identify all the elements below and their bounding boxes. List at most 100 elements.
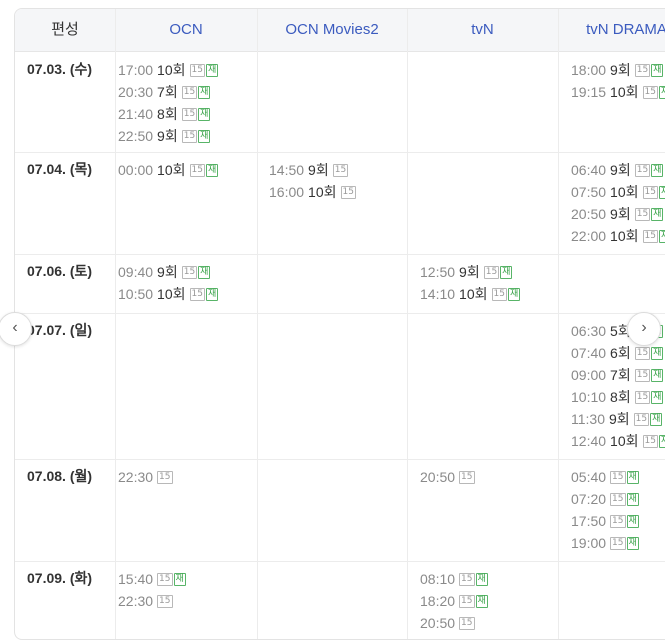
broadcast-entry[interactable]: 11:30 9회 15 재 <box>571 408 665 430</box>
broadcast-entry[interactable]: 08:10 15 재 <box>420 568 488 590</box>
next-arrow-button[interactable]: › <box>627 312 661 346</box>
schedule-cell-tvn-drama: 05:40 15 재 07:20 15 재 17:50 15 재 19:00 15 재 <box>571 466 639 554</box>
episode-number: 9회 <box>157 128 178 144</box>
broadcast-time: 06:30 <box>571 323 607 339</box>
broadcast-entry[interactable]: 17:50 15 재 <box>571 510 639 532</box>
schedule-cell-ocn: 22:30 15 <box>118 466 174 488</box>
rerun-badge: 재 <box>651 368 664 382</box>
broadcast-time: 19:00 <box>571 535 607 551</box>
age-rating-badge: 15 <box>459 594 475 608</box>
age-rating-badge: 15 <box>483 265 500 279</box>
header-channel-tvn-drama[interactable]: tvN DRAMA <box>558 9 665 51</box>
broadcast-entry[interactable]: 19:1510회15재 <box>571 81 665 103</box>
episode-number: 9회 <box>459 264 480 280</box>
broadcast-time: 20:50 <box>571 206 607 222</box>
header-channel-tvn[interactable]: tvN <box>407 9 558 51</box>
schedule-cell-tvn: 08:10 15 재 18:20 15 재 20:50 15 <box>420 568 488 634</box>
broadcast-entry[interactable]: 07:40 6회 15 재 <box>571 342 665 364</box>
age-rating-badge: 15 <box>634 63 651 77</box>
age-rating-badge: 15 <box>610 514 626 528</box>
broadcast-entry[interactable]: 05:40 15 재 <box>571 466 639 488</box>
broadcast-entry[interactable]: 20:50 15 <box>420 466 476 488</box>
broadcast-entry[interactable]: 18:20 15 재 <box>420 590 488 612</box>
rerun-badge: 재 <box>650 412 663 426</box>
episode-number: 10회 <box>157 286 186 302</box>
broadcast-entry[interactable]: 14:50 9회 15 <box>269 159 357 181</box>
broadcast-entry[interactable]: 20:50 9회 15 재 <box>571 203 665 225</box>
schedule-table: 편성 OCN OCN Movies2 tvN tvN DRAMA 07.03. … <box>14 8 665 640</box>
broadcast-entry[interactable]: 22:50 9회 15 재 <box>118 125 218 147</box>
broadcast-entry[interactable]: 15:40 15 재 <box>118 568 186 590</box>
rerun-badge: 재 <box>658 85 665 99</box>
column-divider <box>558 9 559 639</box>
episode-number: 10회 <box>157 62 186 78</box>
broadcast-time: 11:30 <box>571 411 605 427</box>
broadcast-time: 07:50 <box>571 184 607 200</box>
age-rating-badge: 15 <box>459 572 475 586</box>
broadcast-entry[interactable]: 10:10 8회 15 재 <box>571 386 665 408</box>
rerun-badge: 재 <box>198 107 211 121</box>
broadcast-entry[interactable]: 07:20 15 재 <box>571 488 639 510</box>
broadcast-entry[interactable]: 16:00 10회 15 <box>269 181 357 203</box>
row-divider <box>15 459 665 460</box>
broadcast-time: 18:20 <box>420 593 456 609</box>
broadcast-time: 17:50 <box>571 513 607 529</box>
rerun-badge: 재 <box>173 572 186 586</box>
column-divider <box>407 9 408 639</box>
broadcast-entry[interactable]: 20:30 7회 15 재 <box>118 81 218 103</box>
age-rating-badge: 15 <box>634 346 651 360</box>
broadcast-entry[interactable]: 10:50 10회 15 재 <box>118 283 219 305</box>
broadcast-entry[interactable]: 19:00 15 재 <box>571 532 639 554</box>
age-rating-badge: 15 <box>340 185 356 199</box>
broadcast-entry[interactable]: 20:50 15 <box>420 612 488 634</box>
schedule-cell-tvn-drama: 06:409회15재07:5010회15재20:509회15재22:0010회1… <box>571 159 665 247</box>
broadcast-entry[interactable]: 12:50 9회 15 재 <box>420 261 520 283</box>
broadcast-entry[interactable]: 17:00 10회 15 재 <box>118 59 219 81</box>
broadcast-entry[interactable]: 22:30 15 <box>118 590 186 612</box>
age-rating-badge: 15 <box>642 85 658 99</box>
age-rating-badge: 15 <box>633 412 650 426</box>
rerun-badge: 재 <box>198 265 211 279</box>
age-rating-badge: 15 <box>634 163 651 177</box>
rerun-badge: 재 <box>205 287 219 301</box>
broadcast-entry[interactable]: 12:4010회15재 <box>571 430 665 452</box>
header-channel-ocn[interactable]: OCN <box>115 9 257 51</box>
age-rating-badge: 15 <box>181 85 198 99</box>
broadcast-entry[interactable]: 00:00 10회 15 재 <box>118 159 219 181</box>
broadcast-entry[interactable]: 21:40 8회 15 재 <box>118 103 218 125</box>
broadcast-entry[interactable]: 22:30 15 <box>118 466 174 488</box>
column-divider <box>257 9 258 639</box>
rerun-badge: 재 <box>500 265 513 279</box>
rerun-badge: 재 <box>205 63 219 77</box>
broadcast-entry[interactable]: 09:00 7회 15 재 <box>571 364 665 386</box>
broadcast-entry[interactable]: 06:40 9회 15 재 <box>571 159 665 181</box>
table-header: 편성 OCN OCN Movies2 tvN tvN DRAMA <box>15 9 665 52</box>
age-rating-badge: 15 <box>332 163 349 177</box>
header-channel-ocn-movies2[interactable]: OCN Movies2 <box>257 9 407 51</box>
broadcast-entry[interactable]: 07:5010회15재 <box>571 181 665 203</box>
episode-number: 8회 <box>157 106 178 122</box>
episode-number: 10회 <box>157 162 186 178</box>
broadcast-time: 12:50 <box>420 264 456 280</box>
row-divider <box>15 313 665 314</box>
broadcast-time: 06:40 <box>571 162 607 178</box>
age-rating-badge: 15 <box>491 287 507 301</box>
broadcast-entry[interactable]: 18:00 9회 15 재 <box>571 59 665 81</box>
rerun-badge: 재 <box>658 185 665 199</box>
age-rating-badge: 15 <box>189 63 205 77</box>
age-rating-badge: 15 <box>189 163 205 177</box>
broadcast-entry[interactable]: 14:10 10회 15 재 <box>420 283 521 305</box>
broadcast-entry[interactable]: 09:40 9회 15 재 <box>118 261 218 283</box>
schedule-cell-tvn: 20:50 15 <box>420 466 476 488</box>
schedule-cell-tvn: 12:50 9회 15 재 14:10 10회 15 재 <box>420 261 521 305</box>
episode-number: 7회 <box>610 367 631 383</box>
age-rating-badge: 15 <box>610 536 626 550</box>
broadcast-time: 20:50 <box>420 469 456 485</box>
broadcast-time: 14:10 <box>420 286 456 302</box>
broadcast-time: 09:00 <box>571 367 607 383</box>
rerun-badge: 재 <box>626 492 639 506</box>
row-date: 07.08. (월) <box>27 468 93 484</box>
broadcast-entry[interactable]: 22:0010회15재 <box>571 225 665 247</box>
age-rating-badge: 15 <box>642 434 658 448</box>
row-divider <box>15 254 665 255</box>
